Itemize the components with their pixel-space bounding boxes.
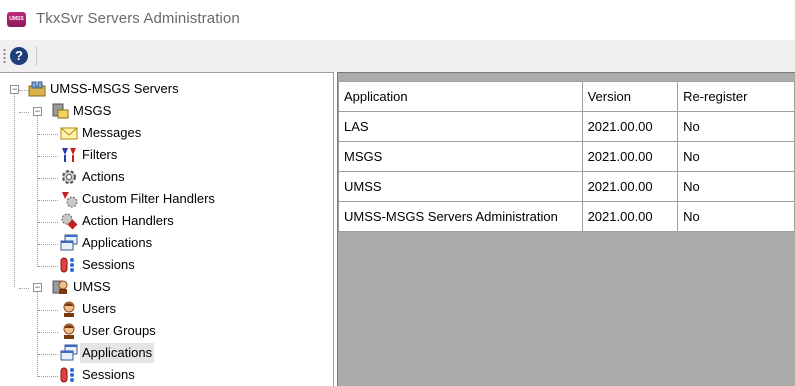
user-group-icon	[63, 323, 75, 339]
applications-grid[interactable]: Application Version Re-register LAS 2021…	[338, 81, 795, 232]
applications-grid-panel: Application Version Re-register LAS 2021…	[337, 72, 795, 386]
tree-label: Messages	[82, 125, 142, 140]
user-server-icon	[52, 280, 68, 294]
applications-icon	[60, 234, 78, 251]
toolbar-separator	[36, 46, 37, 66]
tree-line	[19, 288, 29, 289]
tree-label: Applications	[80, 343, 155, 363]
collapse-toggle[interactable]: −	[33, 283, 42, 292]
cell-re-register[interactable]: No	[677, 111, 795, 142]
envelope-icon	[60, 127, 78, 140]
toolbar: ?	[0, 40, 795, 72]
help-icon: ?	[10, 47, 28, 65]
tree-line	[38, 178, 58, 179]
cell-application[interactable]: UMSS-MSGS Servers Administration	[338, 201, 583, 232]
tree-label: UMSS	[73, 279, 111, 294]
servers-icon	[28, 81, 46, 97]
sessions-icon	[60, 367, 74, 383]
collapse-toggle[interactable]: −	[33, 107, 42, 116]
table-row[interactable]: UMSS 2021.00.00 No	[338, 171, 795, 202]
collapse-toggle[interactable]: −	[10, 85, 19, 94]
tree-label: Sessions	[82, 367, 135, 382]
window-title: TkxSvr Servers Administration	[36, 10, 240, 27]
tree-line	[38, 310, 58, 311]
tree-label: UMSS-MSGS Servers	[50, 81, 179, 96]
sessions-icon	[60, 257, 74, 273]
tree-label: MSGS	[73, 103, 112, 118]
cell-version[interactable]: 2021.00.00	[581, 201, 679, 232]
gear-icon	[62, 170, 76, 184]
table-row[interactable]: LAS 2021.00.00 No	[338, 111, 795, 142]
server-tree[interactable]: − UMSS-MSGS Servers − MSGS Messages Filt…	[0, 72, 334, 386]
user-icon	[63, 301, 75, 317]
tree-label: Filters	[82, 147, 118, 162]
help-button[interactable]: ?	[8, 45, 30, 67]
tree-label: Applications	[82, 235, 153, 250]
tree-line	[38, 354, 58, 355]
title-bar: UMSS TkxSvr Servers Administration	[0, 0, 795, 40]
tree-label: Users	[82, 301, 116, 316]
cell-re-register[interactable]: No	[677, 201, 795, 232]
tree-label: Sessions	[82, 257, 135, 272]
cell-application[interactable]: UMSS	[338, 171, 583, 202]
cell-application[interactable]: LAS	[338, 111, 583, 142]
toolbar-grip[interactable]	[3, 48, 6, 64]
cell-version[interactable]: 2021.00.00	[581, 141, 679, 172]
app-logo-icon: UMSS	[7, 12, 26, 27]
tree-line	[38, 156, 58, 157]
tree-line	[38, 266, 58, 267]
tree-line	[38, 332, 58, 333]
table-row[interactable]: MSGS 2021.00.00 No	[338, 141, 795, 172]
tree-label: User Groups	[82, 323, 156, 338]
tree-line	[38, 200, 58, 201]
table-row[interactable]: UMSS-MSGS Servers Administration 2021.00…	[338, 201, 795, 232]
tree-line	[19, 112, 29, 113]
tree-line	[38, 222, 58, 223]
cell-application[interactable]: MSGS	[338, 141, 583, 172]
applications-icon	[60, 344, 78, 361]
action-handler-icon	[61, 213, 78, 230]
grid-header-row: Application Version Re-register	[338, 81, 795, 112]
tree-line	[37, 289, 38, 377]
tree-label: Action Handlers	[82, 213, 174, 228]
tree-line	[38, 376, 58, 377]
cell-re-register[interactable]: No	[677, 141, 795, 172]
column-header-re-register[interactable]: Re-register	[677, 81, 795, 112]
tree-line	[38, 134, 58, 135]
tree-line	[14, 91, 15, 287]
cell-version[interactable]: 2021.00.00	[581, 171, 679, 202]
tree-label: Actions	[82, 169, 125, 184]
filter-handler-icon	[62, 192, 78, 208]
cell-re-register[interactable]: No	[677, 171, 795, 202]
cell-version[interactable]: 2021.00.00	[581, 111, 679, 142]
tree-label: Custom Filter Handlers	[82, 191, 215, 206]
column-header-application[interactable]: Application	[338, 81, 583, 112]
server-mail-icon	[52, 103, 69, 119]
tree-line	[38, 244, 58, 245]
column-header-version[interactable]: Version	[581, 81, 679, 112]
filter-icon	[62, 148, 76, 162]
